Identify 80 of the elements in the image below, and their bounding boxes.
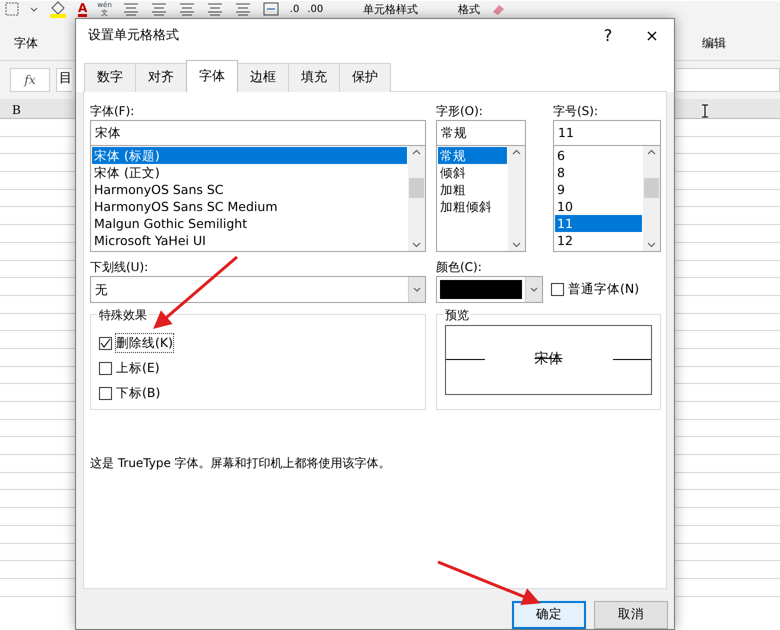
tab[interactable]: 保护	[339, 63, 391, 92]
dropdown-value: 无	[94, 280, 109, 298]
checkbox-label: 普通字体(N)	[568, 280, 640, 298]
list-item[interactable]: 10	[555, 198, 642, 214]
decimal-button[interactable]: .00	[307, 2, 324, 16]
list-item[interactable]: 宋体 (正文)	[92, 164, 407, 180]
scroll-down-icon	[647, 242, 656, 248]
ribbon-command[interactable]: 格式	[458, 2, 480, 16]
note-text: 这是 TrueType 字体。屏幕和打印机上都将使用该字体。	[90, 454, 392, 472]
scroll-thumb[interactable]	[644, 178, 659, 198]
caret-icon[interactable]	[30, 5, 38, 13]
field-label: 下划线(U):	[90, 258, 150, 276]
list-item[interactable]: Microsoft YaHei UI	[92, 232, 407, 248]
list-item[interactable]: 加粗	[438, 180, 507, 198]
align-left-icon[interactable]	[122, 2, 140, 16]
list-item[interactable]: 宋体 (标题)	[92, 146, 407, 164]
list-item[interactable]: 倾斜	[438, 164, 507, 180]
checkbox-label: 删除线(K)	[116, 334, 173, 352]
group-label: 字体	[14, 35, 38, 52]
scrollbar[interactable]	[508, 146, 525, 250]
help-button[interactable]: ?	[586, 24, 630, 48]
scroll-up-icon	[647, 148, 656, 154]
formula-field[interactable]: 目	[56, 68, 72, 92]
group-label: 编辑	[702, 35, 726, 52]
checkbox[interactable]	[99, 336, 112, 350]
scroll-up-icon	[412, 148, 421, 154]
preview-text: 宋体	[534, 350, 564, 369]
fill-color-icon[interactable]	[48, 0, 68, 18]
list-item[interactable]: 9	[555, 180, 642, 198]
tab[interactable]: 填充	[288, 63, 340, 92]
dialog-button[interactable]: 取消	[594, 600, 668, 628]
dialog-title: 设置单元格格式	[88, 27, 179, 46]
list-item[interactable]: 8	[555, 164, 642, 180]
align-center-icon[interactable]	[150, 2, 168, 16]
text-field[interactable]: 11	[553, 120, 661, 146]
field-label: 颜色(C):	[436, 258, 483, 276]
ribbon-command[interactable]: 单元格样式	[363, 2, 418, 16]
align-right-icon[interactable]	[178, 2, 196, 16]
field-label: 字形(O):	[436, 102, 484, 120]
color-dropdown[interactable]	[436, 276, 543, 302]
text-field[interactable]: 常规	[436, 120, 526, 146]
dialog-button[interactable]: 确定	[512, 600, 586, 628]
caret-icon[interactable]	[530, 285, 538, 293]
list-item[interactable]: 加粗倾斜	[438, 198, 507, 214]
merge-icon[interactable]	[262, 2, 280, 16]
checkbox[interactable]	[551, 282, 564, 296]
scroll-down-icon	[412, 242, 421, 248]
text-cursor-icon	[701, 104, 709, 118]
column-header: B	[11, 102, 21, 118]
text-field[interactable]: 宋体	[90, 120, 426, 146]
list-item[interactable]: 常规	[438, 146, 507, 164]
scroll-thumb[interactable]	[409, 178, 424, 198]
checkbox[interactable]	[99, 386, 112, 400]
caret-icon[interactable]	[412, 285, 422, 293]
field-label: 字号(S):	[553, 102, 600, 120]
tab[interactable]: 边框	[237, 63, 289, 92]
scrollbar[interactable]	[643, 146, 660, 250]
dropdown-field[interactable]: 无	[90, 276, 426, 302]
tab[interactable]: 字体	[186, 60, 238, 92]
checkbox-label: 下标(B)	[116, 384, 160, 402]
list-item[interactable]: HarmonyOS Sans SC	[92, 180, 407, 198]
border-icon[interactable]	[4, 1, 20, 17]
scroll-down-icon	[512, 242, 521, 248]
scroll-up-icon	[512, 148, 521, 154]
tab[interactable]: 数字	[84, 63, 136, 92]
list-item[interactable]: 12	[555, 232, 642, 248]
list-item[interactable]: 6	[555, 146, 642, 164]
formula-field[interactable]	[676, 68, 780, 92]
list-item[interactable]: 11	[555, 214, 642, 232]
check-icon	[100, 338, 111, 348]
decimal-button[interactable]: .0	[290, 2, 300, 16]
checkbox[interactable]	[99, 362, 112, 374]
list-item[interactable]: Malgun Gothic Semilight	[92, 214, 407, 232]
scrollbar[interactable]	[408, 146, 425, 250]
list-item[interactable]: HarmonyOS Sans SC Medium	[92, 198, 407, 214]
checkbox-label: 上标(E)	[116, 358, 160, 377]
formula-icon[interactable]: fx	[10, 68, 50, 92]
tab[interactable]: 对齐	[135, 63, 187, 92]
field-label: 字体(F):	[90, 102, 136, 120]
close-button[interactable]: ×	[630, 24, 674, 48]
